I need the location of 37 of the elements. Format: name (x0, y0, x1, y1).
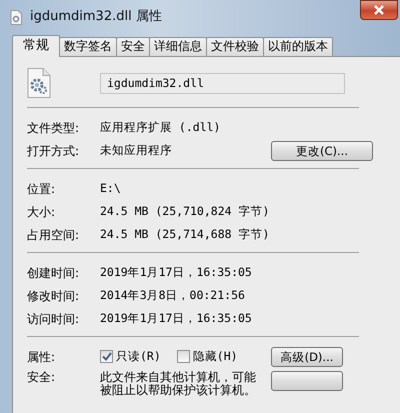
tab[interactable]: 详细信息 (149, 37, 207, 56)
field-label: 访问时间: (27, 310, 80, 328)
close-button[interactable] (360, 0, 398, 20)
field-label: 文件类型: (27, 120, 80, 136)
tab[interactable]: 常规 (12, 35, 60, 57)
settings-file-icon (27, 68, 51, 98)
advanced-button[interactable]: 高级(D)... (271, 346, 343, 366)
field-label: 打开方式: (27, 142, 80, 160)
field-value: 24.5 MB (25,714,688 字节) (100, 226, 270, 243)
field-label: 创建时间: (27, 264, 80, 282)
field-label: 修改时间: (27, 288, 80, 304)
field-value: 2019年1月17日，16:35:05 (100, 310, 252, 327)
field-label: 属性: (27, 348, 56, 366)
field-label: 占用空间: (27, 226, 80, 244)
tab[interactable]: 安全 (116, 37, 150, 56)
field-value: 应用程序扩展 (.dll) (100, 118, 220, 136)
unblock-button[interactable] (271, 371, 343, 391)
field-label: 大小: (27, 204, 56, 220)
field-value: E:\ (100, 180, 121, 197)
file-icon (10, 10, 22, 26)
field-value: 未知应用程序 (100, 142, 172, 159)
checkbox[interactable]: 只读(R) (100, 348, 161, 366)
tab[interactable]: 数字签名 (59, 37, 117, 56)
tab[interactable]: 文件校验 (206, 37, 264, 56)
window-title: igdumdim32.dll 属性 (30, 8, 162, 26)
check-icon (102, 352, 112, 361)
close-icon (373, 5, 385, 15)
checkbox[interactable]: 隐藏(H) (176, 348, 238, 366)
field-label: 位置: (27, 180, 56, 198)
field-value: 24.5 MB (25,710,824 字节) (100, 202, 270, 220)
tab[interactable]: 以前的版本 (263, 37, 333, 56)
file-name-field[interactable]: igdumdim32.dll (100, 72, 345, 94)
field-label: 安全: (27, 369, 56, 386)
field-value: 2019年1月17日，16:35:05 (100, 264, 252, 281)
field-value: 2014年3月8日，00:21:56 (100, 286, 245, 304)
security-note: 此文件来自其他计算机，可能被阻止以帮助保护该计算机。 (100, 371, 257, 397)
change-button[interactable]: 更改(C)... (271, 140, 373, 160)
